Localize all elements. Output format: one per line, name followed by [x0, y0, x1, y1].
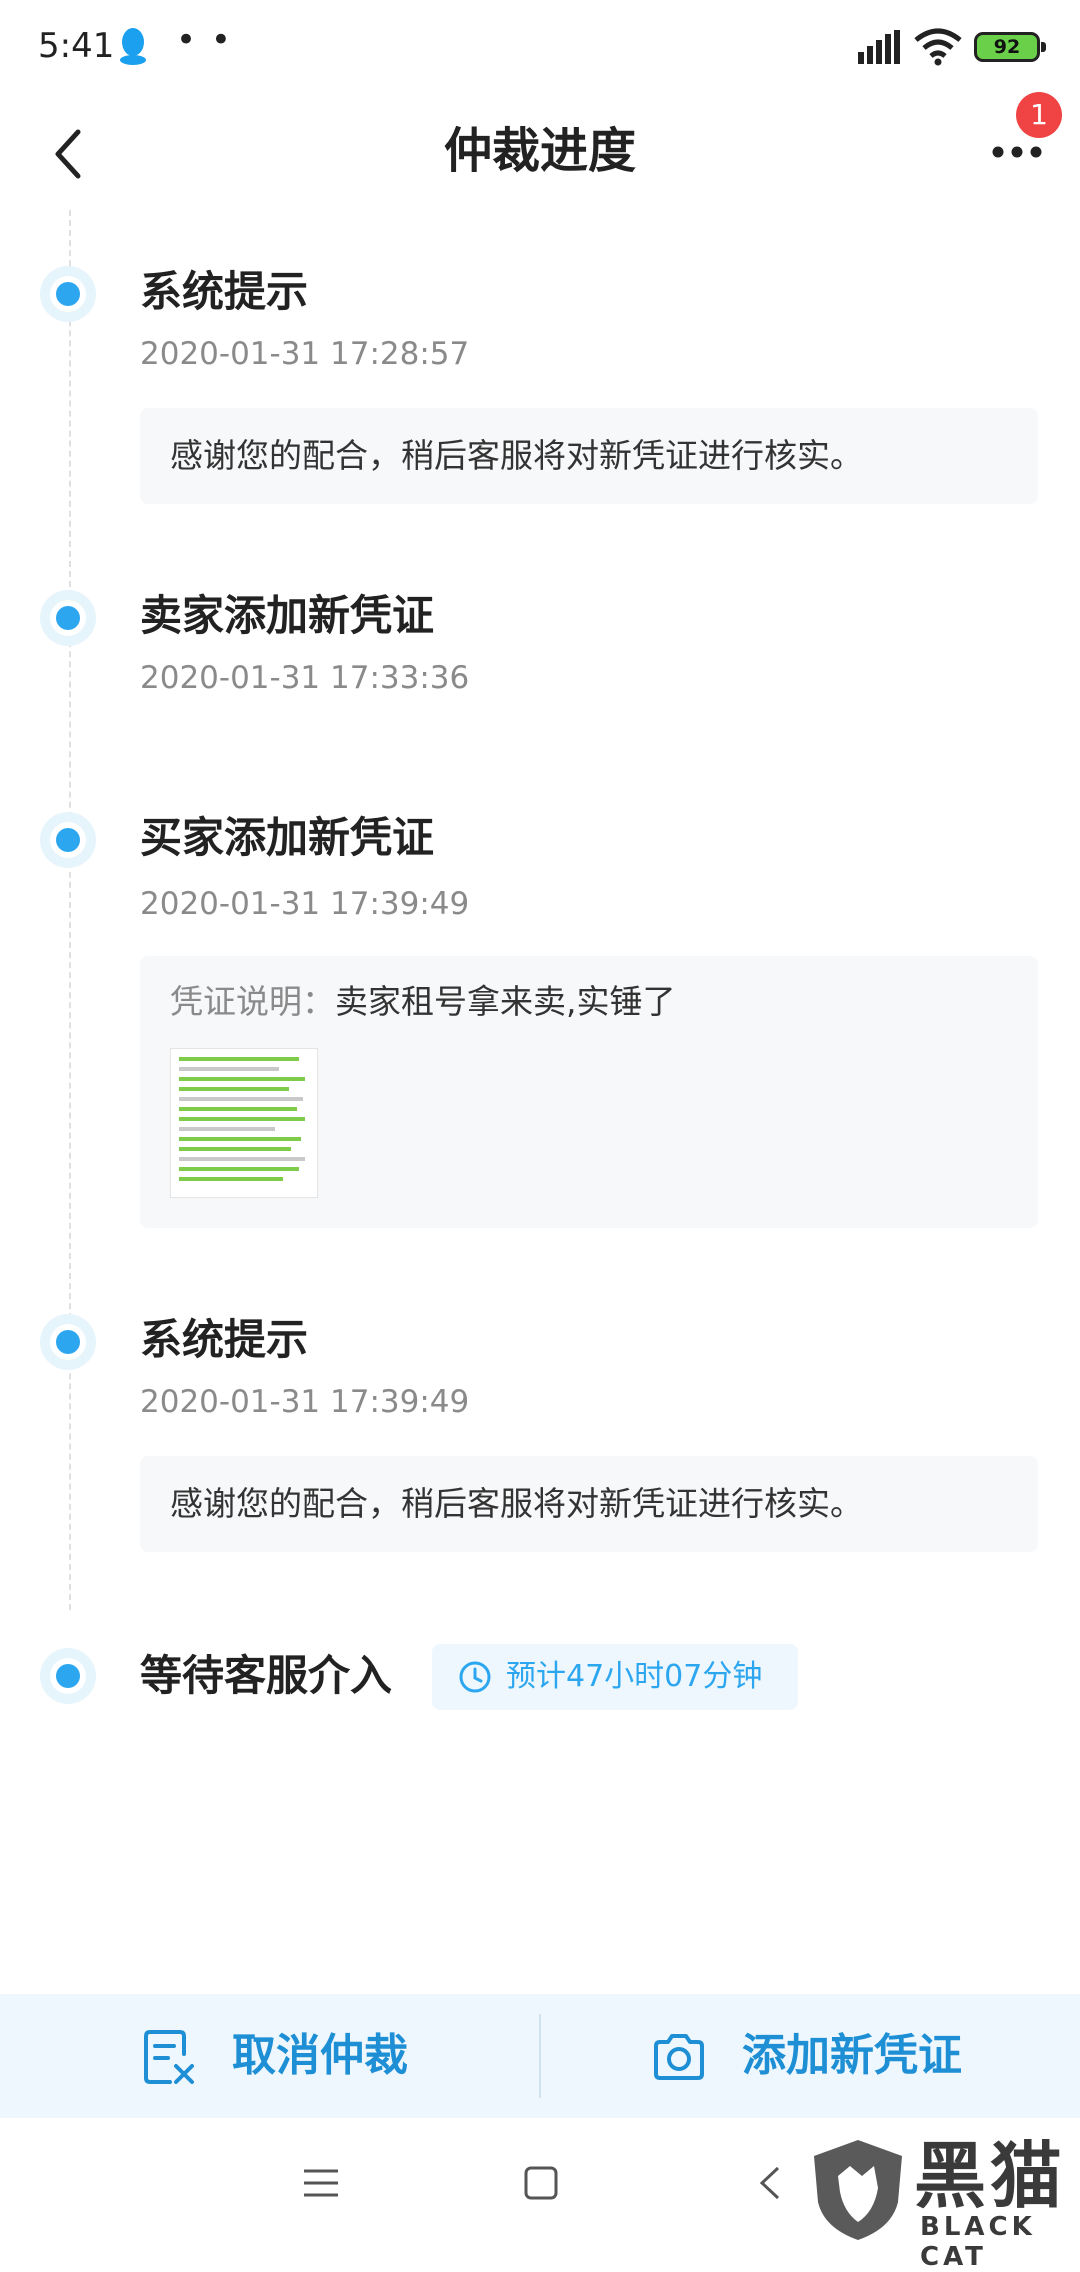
event-message-box: 感谢您的配合，稍后客服将对新凭证进行核实。: [140, 408, 1038, 504]
event-title: 等待客服介入: [140, 1651, 393, 1700]
timeline-dot: [40, 812, 96, 868]
event-message: 感谢您的配合，稍后客服将对新凭证进行核实。: [170, 1484, 863, 1523]
event-time: 2020-01-31 17:39:49: [140, 886, 470, 922]
camera-icon: [654, 2034, 704, 2080]
timeline-dot: [40, 1648, 96, 1704]
event-time: 2020-01-31 17:39:49: [140, 1384, 470, 1420]
evidence-thumbnail[interactable]: [170, 1048, 318, 1198]
event-time: 2020-01-31 17:33:36: [140, 660, 470, 696]
event-message-box: 感谢您的配合，稍后客服将对新凭证进行核实。: [140, 1456, 1038, 1552]
add-evidence-button[interactable]: 添加新凭证: [650, 1994, 990, 2118]
evidence-note-label: 凭证说明：: [170, 982, 335, 1021]
home-icon[interactable]: [516, 2158, 566, 2208]
evidence-note-text: 卖家租号拿来卖,实锤了: [335, 982, 676, 1021]
clock-icon: [459, 1661, 491, 1693]
status-bar: 5:41 • • 92: [0, 0, 1080, 96]
battery-icon: 92: [974, 32, 1046, 62]
watermark-subtitle: BLACK CAT: [920, 2212, 1036, 2272]
timeline-line: [69, 210, 71, 1610]
watermark-title: 黑猫: [914, 2134, 1067, 2218]
timeline-dot: [40, 1314, 96, 1370]
battery-level: 92: [993, 36, 1021, 58]
menu-icon[interactable]: [296, 2158, 346, 2208]
cancel-document-icon: [144, 2030, 194, 2084]
more-options-icon[interactable]: [992, 142, 1042, 162]
cancel-arbitration-label: 取消仲裁: [232, 2030, 408, 2081]
qq-icon: [120, 28, 146, 65]
event-title: 买家添加新凭证: [140, 813, 435, 862]
status-time: 5:41: [38, 26, 115, 66]
blackcat-watermark: 黑猫 BLACK CAT: [808, 2134, 1080, 2272]
notification-badge: 1: [1016, 92, 1062, 138]
eta-badge: 预计47小时07分钟: [432, 1644, 798, 1710]
event-title: 系统提示: [140, 1315, 309, 1364]
cat-shield-logo: [814, 2140, 902, 2240]
wifi-icon: [914, 28, 962, 66]
evidence-box: 凭证说明：卖家租号拿来卖,实锤了: [140, 956, 1038, 1228]
page-title: 仲裁进度: [443, 123, 636, 179]
event-time: 2020-01-31 17:28:57: [140, 336, 470, 372]
timeline-dot: [40, 266, 96, 322]
add-evidence-label: 添加新凭证: [742, 2030, 962, 2081]
system-back-icon[interactable]: [746, 2158, 796, 2208]
timeline-dot: [40, 590, 96, 646]
event-title: 卖家添加新凭证: [140, 591, 435, 640]
evidence-note: 凭证说明：卖家租号拿来卖,实锤了: [170, 978, 676, 1026]
action-bar: 取消仲裁 添加新凭证: [0, 1994, 1080, 2118]
nav-bar: 仲裁进度: [0, 96, 1080, 206]
action-divider: [539, 2014, 541, 2098]
signal-icon: [858, 30, 900, 64]
event-title: 系统提示: [140, 267, 309, 316]
cancel-arbitration-button[interactable]: 取消仲裁: [140, 1994, 440, 2118]
notification-dots-icon: • •: [176, 20, 233, 60]
eta-text: 预计47小时07分钟: [506, 1659, 763, 1694]
event-message: 感谢您的配合，稍后客服将对新凭证进行核实。: [170, 436, 863, 475]
